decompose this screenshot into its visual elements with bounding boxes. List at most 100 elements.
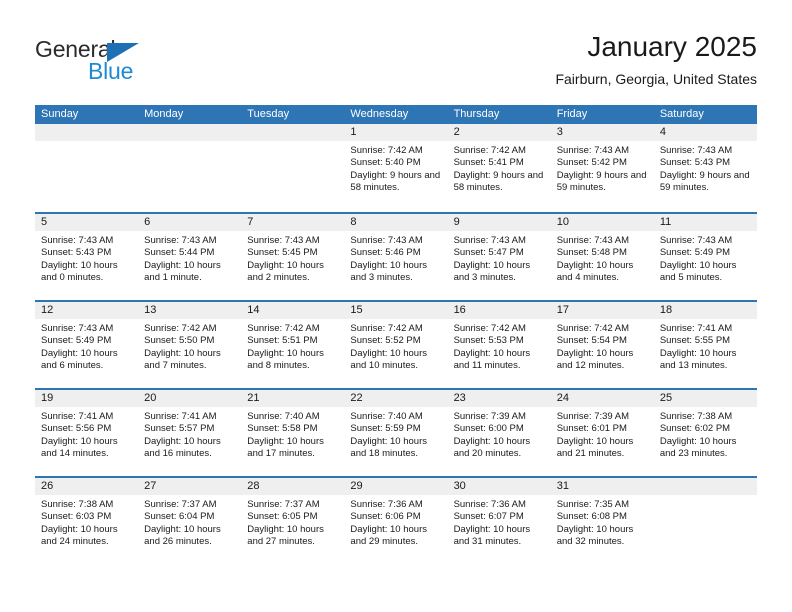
- daylight-text: Daylight: 10 hours and 10 minutes.: [350, 347, 427, 372]
- sunrise-text: Sunrise: 7:43 AM: [247, 235, 320, 246]
- calendar-week-row: 5 Sunrise: 7:43 AM Sunset: 5:43 PM Daylight…: [35, 212, 757, 300]
- calendar-day-cell[interactable]: 6 Sunrise: 7:43 AM Sunset: 5:44 PM Daylight…: [138, 214, 242, 300]
- sunset-text: Sunset: 6:05 PM: [247, 511, 318, 523]
- sunset-text: Sunset: 5:42 PM: [556, 157, 627, 169]
- calendar-day-cell[interactable]: 3 Sunrise: 7:43 AM Sunset: 5:42 PM Daylight…: [550, 124, 654, 212]
- day-sun-info: Sunrise: 7:39 AM Sunset: 6:01 PM Daylight:…: [551, 407, 654, 461]
- day-number: 30: [447, 478, 551, 495]
- calendar-day-cell[interactable]: 23 Sunrise: 7:39 AM Sunset: 6:00 PM Dayligh…: [447, 390, 551, 476]
- calendar-day-cell-empty: [35, 124, 139, 212]
- day-number: 8: [344, 214, 448, 231]
- day-number: 2: [447, 124, 551, 141]
- calendar-day-cell[interactable]: 12 Sunrise: 7:43 AM Sunset: 5:49 PM Dayligh…: [35, 302, 139, 388]
- day-sun-info: Sunrise: 7:42 AM Sunset: 5:53 PM Daylight:…: [448, 319, 551, 373]
- day-sun-info: Sunrise: 7:42 AM Sunset: 5:50 PM Daylight:…: [138, 319, 241, 373]
- daylight-text: Daylight: 10 hours and 32 minutes.: [556, 523, 634, 548]
- calendar-day-cell[interactable]: 14 Sunrise: 7:42 AM Sunset: 5:51 PM Dayligh…: [241, 302, 345, 388]
- weekday-header-wednesday: Wednesday: [350, 108, 409, 120]
- daylight-text: Daylight: 10 hours and 5 minutes.: [659, 259, 737, 284]
- weekday-header-monday: Monday: [144, 108, 184, 120]
- daylight-text: Daylight: 9 hours and 59 minutes.: [556, 169, 647, 194]
- day-number: 11: [653, 214, 757, 231]
- day-sun-info: Sunrise: 7:39 AM Sunset: 6:00 PM Daylight:…: [448, 407, 551, 461]
- day-sun-info: Sunrise: 7:43 AM Sunset: 5:46 PM Daylight:…: [344, 231, 447, 285]
- weekday-header-sunday: Sunday: [41, 108, 79, 120]
- day-number: 29: [344, 478, 448, 495]
- day-number: 5: [35, 214, 139, 231]
- calendar-day-cell[interactable]: 19 Sunrise: 7:41 AM Sunset: 5:56 PM Dayligh…: [35, 390, 139, 476]
- calendar-day-cell[interactable]: 13 Sunrise: 7:42 AM Sunset: 5:50 PM Dayligh…: [138, 302, 242, 388]
- weekday-header-saturday: Saturday: [659, 108, 704, 120]
- calendar-day-cell[interactable]: 26 Sunrise: 7:38 AM Sunset: 6:03 PM Dayligh…: [35, 478, 139, 564]
- sunset-text: Sunset: 5:55 PM: [659, 335, 731, 347]
- daylight-text: Daylight: 10 hours and 8 minutes.: [247, 347, 324, 372]
- daylight-text: Daylight: 10 hours and 27 minutes.: [247, 523, 324, 548]
- calendar-day-cell[interactable]: 17 Sunrise: 7:42 AM Sunset: 5:54 PM Dayligh…: [550, 302, 654, 388]
- calendar-day-cell[interactable]: 30 Sunrise: 7:36 AM Sunset: 6:07 PM Dayligh…: [447, 478, 551, 564]
- day-sun-info: Sunrise: 7:40 AM Sunset: 5:59 PM Daylight:…: [344, 407, 447, 461]
- day-number: 21: [241, 390, 345, 407]
- calendar-day-cell[interactable]: 5 Sunrise: 7:43 AM Sunset: 5:43 PM Daylight…: [35, 214, 139, 300]
- calendar-day-cell[interactable]: 8 Sunrise: 7:43 AM Sunset: 5:46 PM Daylight…: [344, 214, 448, 300]
- calendar-day-cell[interactable]: 31 Sunrise: 7:35 AM Sunset: 6:08 PM Dayligh…: [550, 478, 654, 564]
- calendar-day-cell[interactable]: 20 Sunrise: 7:41 AM Sunset: 5:57 PM Dayligh…: [138, 390, 242, 476]
- daylight-text: Daylight: 10 hours and 4 minutes.: [556, 259, 634, 284]
- day-number: 24: [550, 390, 654, 407]
- calendar-day-cell[interactable]: 9 Sunrise: 7:43 AM Sunset: 5:47 PM Daylight…: [447, 214, 551, 300]
- daylight-text: Daylight: 10 hours and 7 minutes.: [144, 347, 221, 372]
- sunset-text: Sunset: 5:48 PM: [556, 247, 627, 259]
- calendar-day-cell[interactable]: 2 Sunrise: 7:42 AM Sunset: 5:41 PM Daylight…: [447, 124, 551, 212]
- day-number: 31: [550, 478, 654, 495]
- calendar-day-cell[interactable]: 16 Sunrise: 7:42 AM Sunset: 5:53 PM Dayligh…: [447, 302, 551, 388]
- sunrise-text: Sunrise: 7:42 AM: [350, 323, 423, 334]
- daylight-text: Daylight: 10 hours and 1 minute.: [144, 259, 221, 284]
- day-sun-info: Sunrise: 7:42 AM Sunset: 5:54 PM Daylight:…: [551, 319, 654, 373]
- calendar-week-row: 19 Sunrise: 7:41 AM Sunset: 5:56 PM Dayligh…: [35, 388, 757, 476]
- day-sun-info: Sunrise: 7:43 AM Sunset: 5:47 PM Daylight:…: [448, 231, 551, 285]
- sunrise-text: Sunrise: 7:42 AM: [247, 323, 320, 334]
- sunset-text: Sunset: 6:00 PM: [453, 423, 524, 435]
- calendar-day-cell[interactable]: 10 Sunrise: 7:43 AM Sunset: 5:48 PM Dayligh…: [550, 214, 654, 300]
- calendar-day-cell[interactable]: 22 Sunrise: 7:40 AM Sunset: 5:59 PM Dayligh…: [344, 390, 448, 476]
- calendar-day-cell[interactable]: 27 Sunrise: 7:37 AM Sunset: 6:04 PM Dayligh…: [138, 478, 242, 564]
- day-sun-info: Sunrise: 7:43 AM Sunset: 5:44 PM Daylight:…: [138, 231, 241, 285]
- sunrise-text: Sunrise: 7:43 AM: [556, 145, 630, 156]
- calendar-day-cell[interactable]: 25 Sunrise: 7:38 AM Sunset: 6:02 PM Dayligh…: [653, 390, 757, 476]
- calendar-day-cell[interactable]: 4 Sunrise: 7:43 AM Sunset: 5:43 PM Daylight…: [653, 124, 757, 212]
- sunrise-text: Sunrise: 7:39 AM: [453, 411, 526, 422]
- page-title: January 2025: [587, 31, 757, 62]
- calendar-day-cell[interactable]: 29 Sunrise: 7:36 AM Sunset: 6:06 PM Dayligh…: [344, 478, 448, 564]
- day-number: [138, 124, 242, 141]
- calendar-day-cell[interactable]: 18 Sunrise: 7:41 AM Sunset: 5:55 PM Dayligh…: [653, 302, 757, 388]
- calendar-day-cell[interactable]: 28 Sunrise: 7:37 AM Sunset: 6:05 PM Dayligh…: [241, 478, 345, 564]
- daylight-text: Daylight: 10 hours and 11 minutes.: [453, 347, 531, 372]
- sunset-text: Sunset: 6:07 PM: [453, 511, 524, 523]
- calendar-day-cell[interactable]: 7 Sunrise: 7:43 AM Sunset: 5:45 PM Daylight…: [241, 214, 345, 300]
- calendar-day-cell[interactable]: 1 Sunrise: 7:42 AM Sunset: 5:40 PM Daylight…: [344, 124, 448, 212]
- day-number: 23: [447, 390, 551, 407]
- day-number: 12: [35, 302, 139, 319]
- calendar-day-cell[interactable]: 11 Sunrise: 7:43 AM Sunset: 5:49 PM Dayligh…: [653, 214, 757, 300]
- daylight-text: Daylight: 10 hours and 3 minutes.: [453, 259, 531, 284]
- calendar-day-cell[interactable]: 15 Sunrise: 7:42 AM Sunset: 5:52 PM Dayligh…: [344, 302, 448, 388]
- daylight-text: Daylight: 10 hours and 13 minutes.: [659, 347, 737, 372]
- sunset-text: Sunset: 5:43 PM: [41, 247, 112, 259]
- daylight-text: Daylight: 10 hours and 3 minutes.: [350, 259, 427, 284]
- sunrise-text: Sunrise: 7:42 AM: [350, 145, 423, 156]
- day-sun-info: Sunrise: 7:42 AM Sunset: 5:40 PM Daylight:…: [344, 141, 447, 195]
- sunset-text: Sunset: 6:02 PM: [659, 423, 731, 435]
- sunset-text: Sunset: 5:46 PM: [350, 247, 421, 259]
- calendar-week-row: 26 Sunrise: 7:38 AM Sunset: 6:03 PM Dayligh…: [35, 476, 757, 564]
- sunset-text: Sunset: 6:03 PM: [41, 511, 112, 523]
- sunrise-text: Sunrise: 7:43 AM: [659, 235, 733, 246]
- sunset-text: Sunset: 5:49 PM: [659, 247, 731, 259]
- sunset-text: Sunset: 5:56 PM: [41, 423, 112, 435]
- calendar-day-cell[interactable]: 24 Sunrise: 7:39 AM Sunset: 6:01 PM Dayligh…: [550, 390, 654, 476]
- sunrise-text: Sunrise: 7:43 AM: [144, 235, 217, 246]
- day-number: 10: [550, 214, 654, 231]
- daylight-text: Daylight: 9 hours and 59 minutes.: [659, 169, 750, 194]
- calendar-day-cell[interactable]: 21 Sunrise: 7:40 AM Sunset: 5:58 PM Dayligh…: [241, 390, 345, 476]
- day-sun-info: Sunrise: 7:43 AM Sunset: 5:43 PM Daylight:…: [654, 141, 757, 195]
- daylight-text: Daylight: 10 hours and 6 minutes.: [41, 347, 118, 372]
- daylight-text: Daylight: 10 hours and 2 minutes.: [247, 259, 324, 284]
